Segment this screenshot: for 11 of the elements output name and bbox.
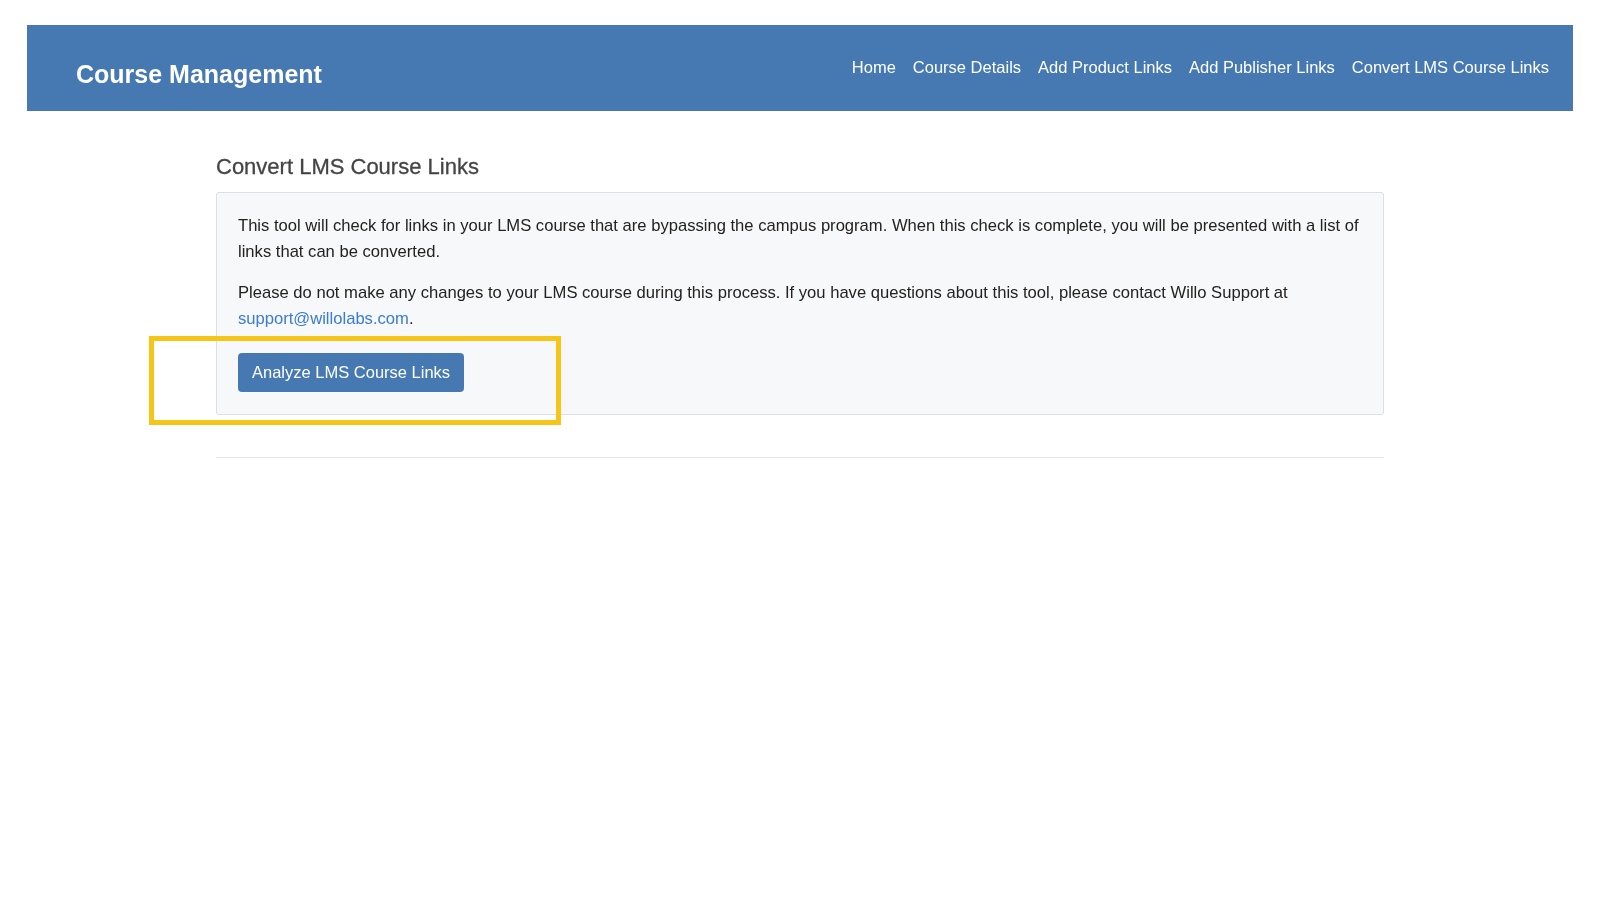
nav-link[interactable]: Add Product Links (1038, 57, 1172, 77)
nav-link[interactable]: Course Details (912, 57, 1022, 77)
email-link[interactable]: support@willolabs.com (238, 308, 409, 328)
brand-title: Course Management (76, 59, 322, 89)
nav-link[interactable]: Home (851, 57, 896, 77)
paragraph: This tool will check for links in your LMS course that are bypassing the campus program. When this check is complete, you will be presented with a list of links that can be converted. (238, 215, 1360, 263)
analyze-button[interactable]: Analyze LMS Course Links (238, 353, 465, 392)
nav-link[interactable]: Add Publisher Links (1189, 57, 1335, 77)
page-heading: Convert LMS Course Links (216, 154, 480, 180)
paragraph: Please do not make any changes to your LMS course during this process. If you have questions about this tool, please contact Willo Support at support@willolabs.com. (238, 282, 1289, 330)
nav-link[interactable]: Convert LMS Course Links (1351, 57, 1549, 77)
